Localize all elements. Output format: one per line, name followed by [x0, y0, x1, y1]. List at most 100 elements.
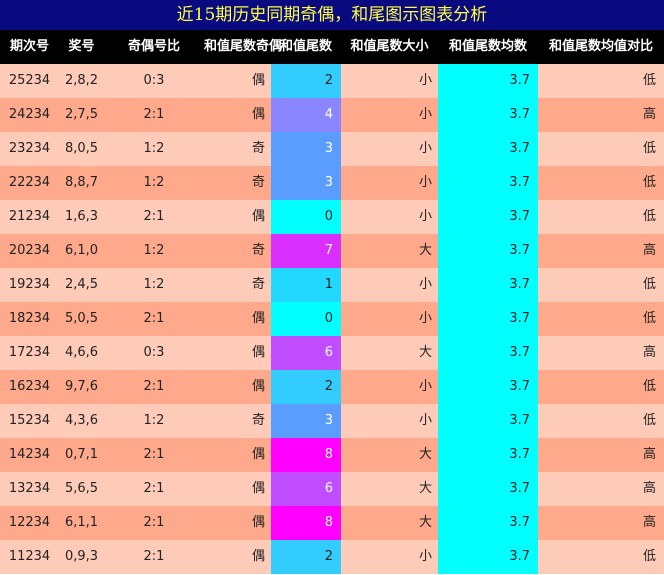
- cell-size: 大: [418, 243, 432, 258]
- cell-compare: 低: [642, 311, 656, 326]
- cell-compare: 高: [642, 481, 656, 496]
- cell-mean: 3.7: [438, 336, 538, 370]
- table-row: 21234 1,6,3 2:1 偶 0 小 3.7 低: [0, 200, 664, 234]
- header-tail: 和值尾数: [279, 39, 332, 54]
- cell-ratio: 2:1: [143, 379, 165, 394]
- cell-numbers: 5,6,5: [64, 481, 99, 496]
- header-parity: 和值尾数奇偶: [204, 39, 283, 54]
- table-row: 17234 4,6,6 0:3 偶 6 大 3.7 高: [0, 336, 664, 370]
- cell-tail: 3: [271, 404, 341, 438]
- cell-compare: 低: [642, 73, 656, 88]
- table-row: 20234 6,1,0 1:2 奇 7 大 3.7 高: [0, 234, 664, 268]
- cell-tail: 1: [271, 268, 341, 302]
- cell-mean: 3.7: [438, 540, 538, 574]
- cell-tail: 2: [271, 540, 341, 574]
- cell-numbers: 1,6,3: [64, 209, 99, 224]
- cell-size: 小: [418, 107, 432, 122]
- cell-period: 16234: [8, 379, 51, 394]
- cell-mean: 3.7: [438, 438, 538, 472]
- cell-parity: 偶: [251, 447, 265, 462]
- table-row: 24234 2,7,5 2:1 偶 4 小 3.7 高: [0, 98, 664, 132]
- cell-mean: 3.7: [438, 268, 538, 302]
- header-ratio: 奇偶号比: [127, 39, 180, 54]
- cell-ratio: 2:1: [143, 107, 165, 122]
- cell-compare: 高: [642, 107, 656, 122]
- cell-period: 19234: [8, 277, 51, 292]
- cell-period: 24234: [8, 107, 51, 122]
- cell-size: 小: [418, 209, 432, 224]
- header-size: 和值尾数大小: [350, 39, 429, 54]
- cell-period: 13234: [8, 481, 51, 496]
- cell-numbers: 6,1,1: [64, 515, 99, 530]
- cell-parity: 奇: [251, 277, 265, 292]
- table-row: 16234 9,7,6 2:1 偶 2 小 3.7 低: [0, 370, 664, 404]
- cell-compare: 低: [642, 379, 656, 394]
- cell-size: 小: [418, 277, 432, 292]
- cell-compare: 高: [642, 447, 656, 462]
- cell-compare: 低: [642, 277, 656, 292]
- cell-parity: 偶: [251, 549, 265, 564]
- cell-mean: 3.7: [438, 200, 538, 234]
- cell-size: 小: [418, 141, 432, 156]
- cell-parity: 偶: [251, 379, 265, 394]
- cell-parity: 偶: [251, 481, 265, 496]
- cell-numbers: 2,8,2: [64, 73, 99, 88]
- cell-size: 小: [418, 413, 432, 428]
- cell-tail: 4: [271, 98, 341, 132]
- cell-size: 大: [418, 345, 432, 360]
- cell-tail: 0: [271, 200, 341, 234]
- header-numbers: 奖号: [68, 39, 95, 54]
- cell-period: 11234: [8, 549, 51, 564]
- table-row: 12234 6,1,1 2:1 偶 8 大 3.7 高: [0, 506, 664, 540]
- cell-mean: 3.7: [438, 404, 538, 438]
- table-row: 23234 8,0,5 1:2 奇 3 小 3.7 低: [0, 132, 664, 166]
- cell-parity: 奇: [251, 243, 265, 258]
- cell-parity: 偶: [251, 107, 265, 122]
- cell-numbers: 2,4,5: [64, 277, 99, 292]
- cell-ratio: 2:1: [143, 481, 165, 496]
- cell-mean: 3.7: [438, 64, 538, 98]
- cell-ratio: 1:2: [143, 141, 165, 156]
- cell-period: 25234: [8, 73, 51, 88]
- cell-size: 小: [418, 549, 432, 564]
- cell-period: 21234: [8, 209, 51, 224]
- cell-tail: 2: [271, 370, 341, 404]
- cell-numbers: 0,7,1: [64, 447, 99, 462]
- cell-mean: 3.7: [438, 472, 538, 506]
- cell-ratio: 2:1: [143, 311, 165, 326]
- cell-size: 大: [418, 481, 432, 496]
- cell-tail: 3: [271, 166, 341, 200]
- cell-tail: 8: [271, 506, 341, 540]
- analysis-table: 近15期历史同期奇偶，和尾图示图表分析 期次号 奖号 奇偶号比 和值尾数奇偶 和…: [0, 0, 664, 575]
- cell-compare: 低: [642, 141, 656, 156]
- cell-numbers: 6,1,0: [64, 243, 99, 258]
- table-body: 25234 2,8,2 0:3 偶 2 小 3.7 低 24234 2,7,5 2:1 偶 4 小 3.7 高…: [0, 64, 664, 574]
- cell-numbers: 5,0,5: [64, 311, 99, 326]
- cell-size: 大: [418, 515, 432, 530]
- table-row: 25234 2,8,2 0:3 偶 2 小 3.7 低: [0, 64, 664, 98]
- cell-ratio: 0:3: [143, 345, 165, 360]
- cell-numbers: 9,7,6: [64, 379, 99, 394]
- cell-mean: 3.7: [438, 234, 538, 268]
- cell-mean: 3.7: [438, 132, 538, 166]
- cell-parity: 偶: [251, 209, 265, 224]
- cell-ratio: 1:2: [143, 243, 165, 258]
- cell-period: 22234: [8, 175, 51, 190]
- cell-tail: 6: [271, 336, 341, 370]
- cell-numbers: 8,8,7: [64, 175, 99, 190]
- cell-ratio: 1:2: [143, 277, 165, 292]
- cell-size: 小: [418, 379, 432, 394]
- table-row: 22234 8,8,7 1:2 奇 3 小 3.7 低: [0, 166, 664, 200]
- cell-numbers: 8,0,5: [64, 141, 99, 156]
- cell-compare: 高: [642, 345, 656, 360]
- cell-mean: 3.7: [438, 506, 538, 540]
- cell-size: 小: [418, 73, 432, 88]
- cell-compare: 高: [642, 243, 656, 258]
- cell-parity: 偶: [251, 311, 265, 326]
- cell-parity: 偶: [251, 515, 265, 530]
- table-row: 18234 5,0,5 2:1 偶 0 小 3.7 低: [0, 302, 664, 336]
- cell-tail: 8: [271, 438, 341, 472]
- cell-compare: 低: [642, 175, 656, 190]
- cell-ratio: 0:3: [143, 73, 165, 88]
- cell-ratio: 1:2: [143, 413, 165, 428]
